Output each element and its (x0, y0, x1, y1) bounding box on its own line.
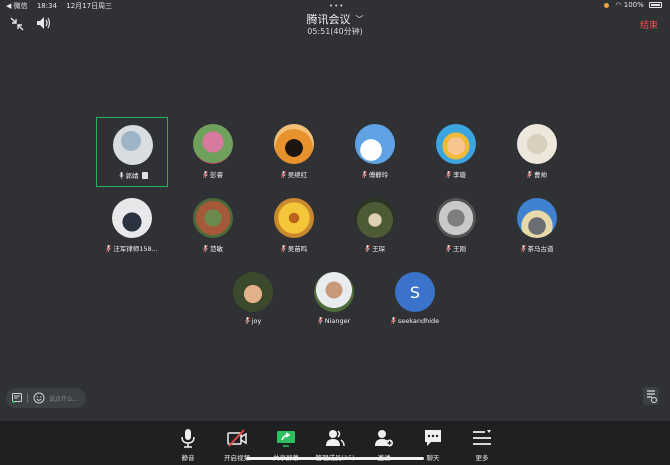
participant-name: 范敏 (210, 245, 223, 253)
participant-name: 彭睿 (210, 171, 223, 179)
home-indicator[interactable] (246, 457, 424, 460)
emoji-icon[interactable] (33, 392, 45, 404)
divider (27, 393, 28, 403)
document-icon[interactable] (642, 386, 660, 406)
microphone-icon (118, 172, 124, 179)
participant-name: 王刚 (453, 245, 466, 253)
mic-muted-icon (527, 171, 532, 178)
participant-name: 茶马古道 (527, 245, 554, 253)
avatar (436, 124, 476, 164)
chat-placeholder: 说点什么... (49, 396, 79, 403)
participant-name-row: seekandhide (365, 317, 465, 325)
avatar (112, 198, 152, 238)
avatar (193, 124, 233, 164)
avatar (355, 198, 395, 238)
participant-tile[interactable]: 彭睿 (177, 117, 249, 187)
meeting-duration: 05:51(40分钟) (307, 27, 363, 36)
avatar (274, 124, 314, 164)
participant-tile[interactable]: 曹帅 (501, 117, 573, 187)
mic-muted-icon (106, 245, 112, 252)
participant-name-row: 茶马古道 (487, 243, 587, 253)
mic-muted-icon (390, 317, 396, 324)
participant-tile[interactable]: 李璇 (420, 117, 492, 187)
participant-tile[interactable]: 吴苗鸣 (258, 191, 330, 261)
chevron-down-icon: ﹀ (355, 15, 364, 24)
chat-input[interactable]: 说点什么... (6, 388, 86, 408)
more-menu-icon (473, 430, 491, 445)
share-screen-icon (277, 431, 295, 447)
mic-muted-icon (317, 317, 323, 324)
participant-tile[interactable]: 王刚 (420, 191, 492, 261)
message-list-icon[interactable] (12, 393, 22, 403)
mic-muted-icon (361, 171, 367, 178)
avatar (355, 124, 395, 164)
mic-muted-icon (244, 317, 250, 324)
invite-person-icon (375, 430, 393, 447)
mic-muted-icon (203, 171, 208, 178)
mic-muted-icon (280, 171, 286, 178)
video-off-icon (227, 429, 247, 447)
participant-name: 曹帅 (534, 171, 547, 179)
participant-name: 王琛 (372, 245, 385, 253)
participant-name: Nianger (324, 317, 351, 325)
avatar (517, 198, 557, 238)
mic-muted-icon (446, 171, 451, 178)
participant-tile[interactable]: Sseekandhide (379, 265, 451, 335)
avatar (436, 198, 476, 238)
meeting-title-text: 腾讯会议 (306, 13, 351, 26)
microphone-icon (181, 429, 195, 448)
avatar (274, 198, 314, 238)
avatar (314, 272, 354, 312)
participant-name: 郭靖 (125, 172, 139, 180)
participant-tile[interactable]: joy (217, 265, 289, 335)
participant-name: joy (251, 317, 262, 325)
participant-tile[interactable]: 范敏 (177, 191, 249, 261)
chat-bubble-icon (425, 430, 441, 446)
avatar (517, 124, 557, 164)
participant-tile[interactable]: 汪军律师158... (96, 191, 168, 261)
more-button[interactable]: 更多 (457, 421, 507, 465)
participant-name: 李璇 (453, 171, 466, 179)
avatar (193, 198, 233, 238)
participant-tile[interactable]: Nianger (298, 265, 370, 335)
more-label: 更多 (475, 454, 489, 462)
mic-muted-icon (446, 245, 451, 252)
participant-name: 吴继红 (287, 171, 308, 179)
participant-name-row: 曹帅 (487, 169, 587, 179)
meeting-title[interactable]: 腾讯会议 ﹀ (0, 11, 670, 27)
participant-tile[interactable]: 茶马古道 (501, 191, 573, 261)
mic-muted-icon (365, 245, 370, 252)
screen-share-icon (141, 172, 148, 179)
participant-tile[interactable]: 吴继红 (258, 117, 330, 187)
avatar (233, 272, 273, 312)
participant-name: 傅静玲 (368, 171, 389, 179)
participant-tile[interactable]: 王琛 (339, 191, 411, 261)
participant-tile[interactable]: 傅静玲 (339, 117, 411, 187)
avatar (113, 125, 153, 165)
end-meeting-button[interactable]: 结束 (640, 18, 658, 31)
meeting-header: 腾讯会议 ﹀ 05:51(40分钟) 结束 (0, 0, 670, 40)
mic-muted-icon (280, 245, 286, 252)
avatar: S (395, 272, 435, 312)
mic-muted-icon (203, 245, 208, 252)
participant-name: 吴苗鸣 (287, 245, 308, 253)
participant-name: 汪军律师158... (113, 245, 158, 253)
participant-tile[interactable]: 郭靖 (96, 117, 168, 187)
mic-muted-icon (520, 245, 526, 252)
members-icon (326, 430, 345, 447)
participant-name: seekandhide (397, 317, 440, 325)
